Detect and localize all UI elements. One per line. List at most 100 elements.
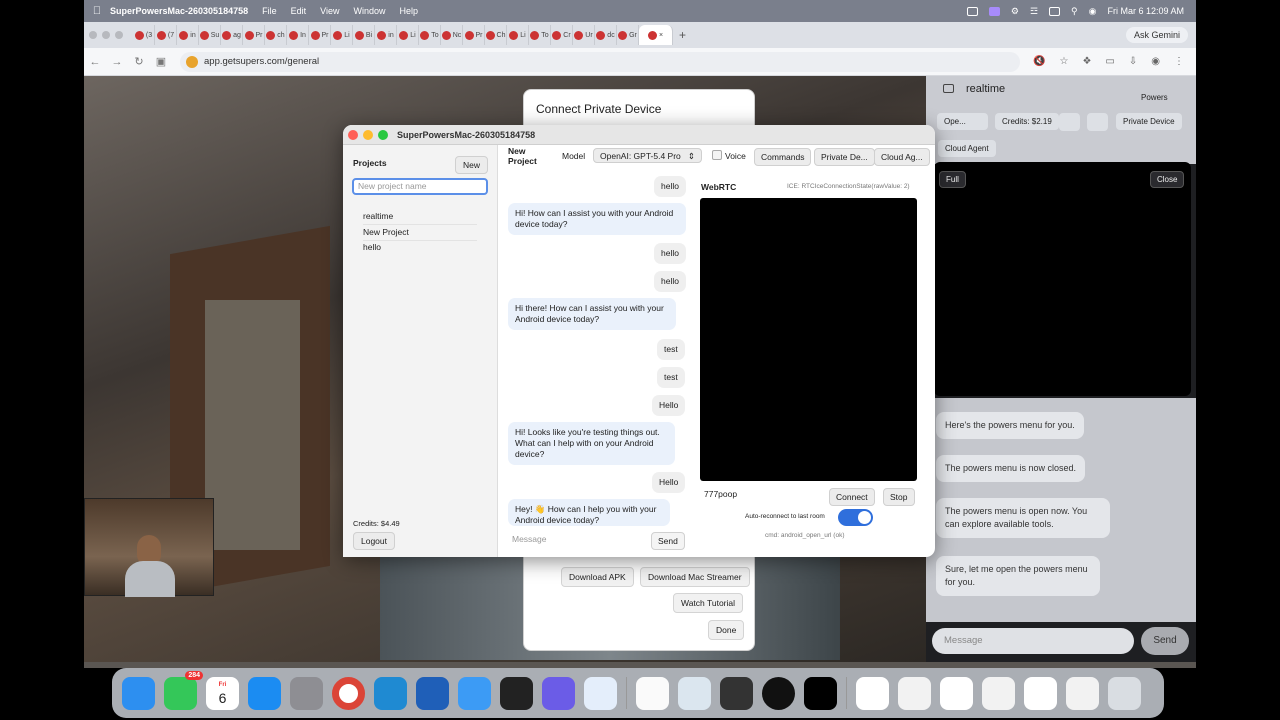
mute-icon[interactable]: 🔇 bbox=[1033, 56, 1045, 67]
back-icon[interactable]: ← bbox=[84, 56, 106, 68]
browser-tab[interactable]: Li bbox=[507, 25, 529, 45]
browser-tab[interactable]: Su bbox=[199, 25, 221, 45]
new-project-button[interactable]: New bbox=[455, 156, 489, 174]
download-mac-streamer-button[interactable]: Download Mac Streamer bbox=[640, 567, 750, 587]
calendar-icon[interactable]: Fri 6 bbox=[206, 676, 239, 710]
ask-gemini-button[interactable]: Ask Gemini bbox=[1125, 27, 1188, 43]
voice-checkbox[interactable] bbox=[712, 150, 722, 160]
browser-tab[interactable]: ch bbox=[265, 25, 287, 45]
browser-tab[interactable]: dc bbox=[595, 25, 617, 45]
right-private-device-button[interactable]: Private Device bbox=[1116, 113, 1182, 130]
browser-tab[interactable]: (3 bbox=[133, 25, 155, 45]
chat-message-input[interactable]: Message bbox=[508, 532, 648, 547]
database-icon[interactable] bbox=[1087, 113, 1108, 131]
browser-tab[interactable]: To bbox=[529, 25, 551, 45]
capcut-icon[interactable] bbox=[804, 676, 837, 710]
superpowers-app-icon[interactable] bbox=[542, 676, 575, 710]
app-store-icon[interactable] bbox=[248, 676, 281, 710]
cloud-agent-button[interactable]: Cloud Ag... bbox=[874, 148, 930, 166]
window-zoom-dot[interactable] bbox=[115, 31, 123, 39]
davinci-resolve-icon[interactable] bbox=[720, 676, 753, 710]
reload-icon[interactable]: ↻ bbox=[128, 55, 150, 68]
more-menu-icon[interactable]: ⋮ bbox=[1174, 56, 1184, 67]
browser-tab[interactable]: Cr bbox=[551, 25, 573, 45]
private-device-button[interactable]: Private De... bbox=[814, 148, 875, 166]
cast-icon[interactable]: ▭ bbox=[1105, 56, 1114, 67]
tab-close-icon[interactable]: × bbox=[659, 32, 663, 39]
stop-button[interactable]: Stop bbox=[883, 488, 915, 506]
right-send-button[interactable]: Send bbox=[1141, 627, 1189, 655]
menu-view[interactable]: View bbox=[320, 6, 339, 16]
obs-icon[interactable] bbox=[762, 676, 795, 710]
new-project-name-input[interactable]: New project name bbox=[352, 178, 488, 195]
model-select[interactable]: OpenAI: GPT-5.4 Pro ⇕ bbox=[593, 148, 702, 163]
search-icon[interactable]: ⚲ bbox=[1071, 6, 1078, 17]
forward-icon[interactable]: → bbox=[106, 56, 128, 68]
browser-tab[interactable]: Bi bbox=[353, 25, 375, 45]
menubar-datetime[interactable]: Fri Mar 6 12:09 AM bbox=[1107, 6, 1184, 16]
address-bar[interactable]: app.getsupers.com/general bbox=[180, 51, 1020, 72]
menu-help[interactable]: Help bbox=[400, 6, 419, 16]
browser-tab[interactable]: In bbox=[287, 25, 309, 45]
done-button[interactable]: Done bbox=[708, 620, 745, 640]
new-tab-button[interactable]: + bbox=[679, 28, 686, 42]
right-cloud-agent-button[interactable]: Cloud Agent bbox=[938, 140, 996, 157]
xcode-icon[interactable] bbox=[458, 676, 491, 710]
chat-send-button[interactable]: Send bbox=[651, 532, 685, 550]
room-input[interactable]: 777poop bbox=[700, 487, 825, 503]
chrome-icon[interactable] bbox=[332, 676, 365, 710]
siri-icon[interactable]: ◉ bbox=[1089, 6, 1097, 17]
window-zoom-button[interactable] bbox=[378, 130, 388, 140]
window-close-dot[interactable] bbox=[89, 31, 97, 39]
logout-button[interactable]: Logout bbox=[353, 532, 395, 550]
bookmark-star-icon[interactable]: ☆ bbox=[1059, 56, 1068, 67]
profile-icon[interactable]: ◉ bbox=[1151, 56, 1160, 67]
right-message-input[interactable]: Message bbox=[932, 628, 1134, 654]
browser-tab[interactable]: in bbox=[177, 25, 199, 45]
browser-tab[interactable]: To bbox=[419, 25, 441, 45]
browser-tab[interactable]: Pr bbox=[463, 25, 485, 45]
system-settings-icon[interactable] bbox=[290, 676, 323, 710]
menu-edit[interactable]: Edit bbox=[291, 6, 307, 16]
messages-icon[interactable]: 284 bbox=[164, 670, 203, 710]
right-model-select[interactable]: Ope... bbox=[937, 113, 988, 130]
external-link-icon[interactable] bbox=[1059, 113, 1080, 131]
window-close-button[interactable] bbox=[348, 130, 358, 140]
powers-button[interactable]: Powers bbox=[1134, 89, 1175, 106]
sidepanel-icon[interactable]: ▣ bbox=[150, 55, 172, 68]
document-thumbnail-icon[interactable] bbox=[856, 676, 889, 710]
preview-icon[interactable] bbox=[678, 676, 711, 710]
browser-tab[interactable]: Nc bbox=[441, 25, 463, 45]
folder-icon[interactable] bbox=[943, 84, 954, 93]
control-icon[interactable]: ⚙ bbox=[1011, 6, 1019, 17]
status-app-icon[interactable] bbox=[966, 6, 978, 16]
project-item-realtime[interactable]: realtime bbox=[363, 211, 477, 225]
document-thumbnail-icon[interactable] bbox=[1024, 676, 1057, 710]
apple-menu-icon[interactable]:  bbox=[84, 5, 110, 17]
browser-tab[interactable]: (7 bbox=[155, 25, 177, 45]
project-item-new-project[interactable]: New Project bbox=[363, 227, 477, 241]
menubar-app-name[interactable]: SuperPowersMac-260305184758 bbox=[110, 6, 248, 16]
document-thumbnail-icon[interactable] bbox=[898, 676, 931, 710]
testflight-icon[interactable] bbox=[584, 676, 617, 710]
window-minimize-button[interactable] bbox=[363, 130, 373, 140]
trash-icon[interactable] bbox=[1108, 676, 1141, 710]
browser-tab[interactable]: Pr bbox=[309, 25, 331, 45]
commands-button[interactable]: Commands bbox=[754, 148, 812, 166]
browser-tab[interactable]: Ch bbox=[485, 25, 507, 45]
textedit-icon[interactable] bbox=[636, 676, 669, 710]
browser-tab[interactable]: Ur bbox=[573, 25, 595, 45]
download-apk-button[interactable]: Download APK bbox=[561, 567, 634, 587]
browser-tab[interactable]: × bbox=[639, 25, 673, 45]
full-button[interactable]: Full bbox=[939, 171, 966, 188]
vscode-icon[interactable] bbox=[374, 676, 407, 710]
screen-record-icon[interactable] bbox=[988, 6, 1000, 16]
browser-tab[interactable]: Pr bbox=[243, 25, 265, 45]
video-close-button[interactable]: Close bbox=[1150, 171, 1185, 188]
connect-button[interactable]: Connect bbox=[829, 488, 875, 506]
window-minimize-dot[interactable] bbox=[102, 31, 110, 39]
document-thumbnail-icon[interactable] bbox=[982, 676, 1015, 710]
download-icon[interactable]: ⇩ bbox=[1129, 56, 1137, 67]
menu-window[interactable]: Window bbox=[353, 6, 385, 16]
trello-icon[interactable] bbox=[416, 676, 449, 710]
